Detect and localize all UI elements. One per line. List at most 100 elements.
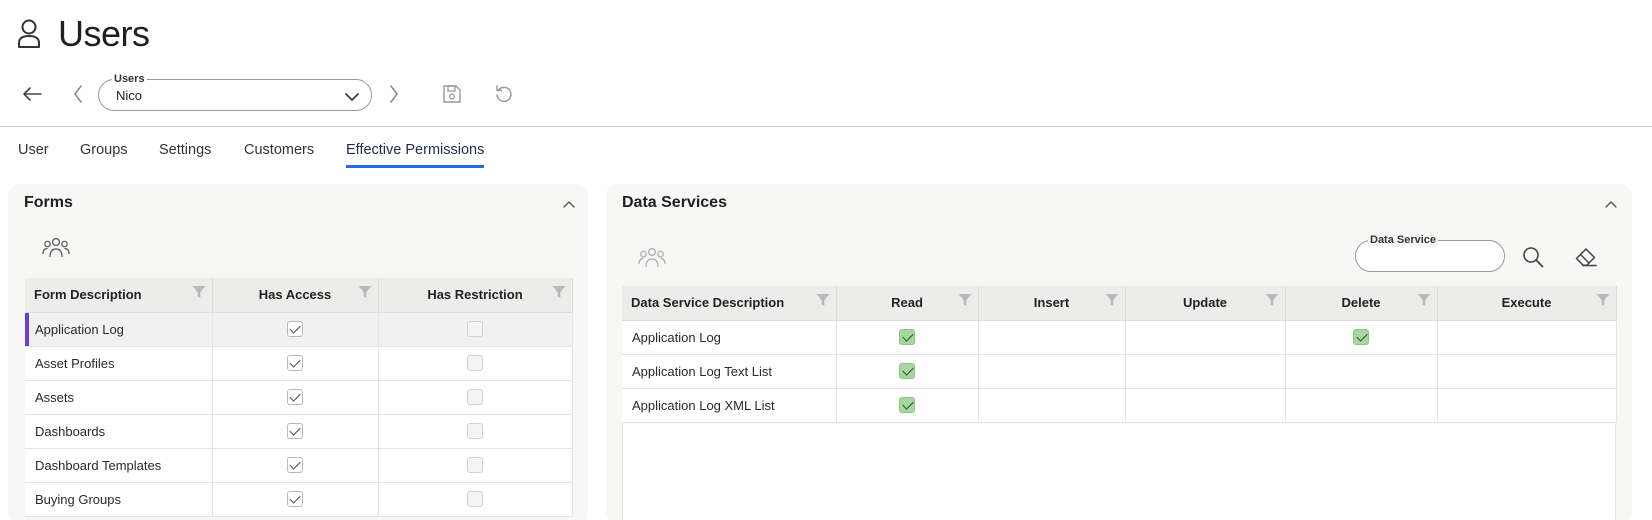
table-row[interactable]: Asset Profiles — [25, 346, 573, 381]
col-header-has-restriction: Has Restriction — [378, 278, 573, 313]
header-divider — [0, 126, 1652, 127]
update-cell — [1125, 388, 1286, 423]
chevron-up-icon — [1605, 201, 1617, 208]
chevron-up-icon — [563, 201, 575, 208]
has-access-checkbox[interactable] — [287, 457, 303, 474]
form-description: Asset Profiles — [25, 346, 213, 381]
form-description: Buying Groups — [25, 482, 213, 517]
table-row[interactable]: Dashboard Templates — [25, 448, 573, 483]
form-description: Application Log — [25, 312, 213, 347]
data-service-description: Application Log — [622, 320, 837, 355]
data-services-groups-button[interactable] — [638, 246, 666, 275]
forms-panel-title: Forms — [24, 194, 73, 211]
save-icon — [443, 85, 461, 103]
insert-cell — [978, 354, 1126, 389]
col-header-read: Read — [836, 286, 979, 321]
has-access-checkbox[interactable] — [287, 355, 303, 372]
col-header-data-service-description: Data Service Description — [622, 286, 837, 321]
filter-icon[interactable] — [816, 293, 830, 310]
tab-customers[interactable]: Customers — [244, 140, 314, 168]
insert-cell — [978, 388, 1126, 423]
has-restriction-checkbox — [467, 457, 483, 474]
eraser-icon — [1575, 248, 1597, 267]
next-user-button[interactable] — [384, 82, 404, 106]
table-row[interactable]: Application Log — [25, 312, 573, 347]
data-service-search[interactable]: Data Service — [1355, 233, 1505, 272]
page-header: Users — [16, 12, 150, 56]
previous-user-button[interactable] — [68, 82, 88, 106]
chevron-right-icon — [390, 85, 398, 103]
table-row[interactable]: Application Log Text List — [622, 354, 1617, 389]
filter-icon[interactable] — [192, 285, 206, 302]
has-access-checkbox[interactable] — [287, 321, 303, 338]
data-services-collapse-button[interactable] — [1604, 196, 1620, 212]
chevron-left-icon — [74, 85, 82, 103]
col-header-has-access: Has Access — [212, 278, 379, 313]
table-row[interactable]: Dashboards — [25, 414, 573, 449]
group-icon — [638, 247, 666, 268]
data-service-search-label: Data Service — [1368, 233, 1439, 247]
filter-icon[interactable] — [1105, 293, 1119, 310]
table-row[interactable]: Buying Groups — [25, 482, 573, 517]
page-title: Users — [58, 13, 150, 54]
data-services-empty-area — [622, 424, 1616, 520]
has-access-checkbox[interactable] — [287, 389, 303, 406]
delete-checkbox[interactable] — [1353, 329, 1369, 346]
form-description: Assets — [25, 380, 213, 415]
user-select[interactable]: Users Nico — [98, 72, 372, 111]
col-header-update: Update — [1125, 286, 1286, 321]
data-service-search-input[interactable] — [1368, 249, 1494, 264]
forms-panel: Forms Form Description Has Access Has Re… — [8, 184, 588, 520]
forms-groups-button[interactable] — [42, 236, 70, 265]
user-icon — [16, 18, 42, 50]
table-row[interactable]: Assets — [25, 380, 573, 415]
data-service-description: Application Log Text List — [622, 354, 837, 389]
has-restriction-checkbox — [467, 355, 483, 372]
save-button[interactable] — [440, 82, 464, 106]
has-restriction-checkbox — [467, 423, 483, 440]
undo-icon — [496, 85, 512, 103]
form-description: Dashboard Templates — [25, 448, 213, 483]
data-service-description: Application Log XML List — [622, 388, 837, 423]
search-button[interactable] — [1520, 244, 1546, 270]
col-header-form-description: Form Description — [25, 278, 213, 313]
read-checkbox[interactable] — [899, 363, 915, 380]
data-services-panel: Data Services Data Service Data Service … — [606, 184, 1632, 520]
col-header-delete: Delete — [1285, 286, 1438, 321]
filter-icon[interactable] — [1596, 293, 1610, 310]
forms-table-header: Form Description Has Access Has Restrict… — [25, 278, 573, 313]
clear-filter-button[interactable] — [1572, 244, 1600, 270]
read-checkbox[interactable] — [899, 397, 915, 414]
form-description: Dashboards — [25, 414, 213, 449]
filter-icon[interactable] — [1265, 293, 1279, 310]
undo-button[interactable] — [492, 82, 516, 106]
read-checkbox[interactable] — [899, 329, 915, 346]
arrow-left-icon — [23, 87, 42, 101]
insert-cell — [978, 320, 1126, 355]
has-restriction-checkbox — [467, 321, 483, 338]
delete-cell — [1285, 388, 1438, 423]
tab-groups[interactable]: Groups — [80, 140, 128, 168]
tab-effective-permissions[interactable]: Effective Permissions — [346, 140, 485, 168]
tab-user[interactable]: User — [18, 140, 49, 168]
execute-cell — [1437, 388, 1617, 423]
user-select-label: Users — [112, 72, 147, 86]
update-cell — [1125, 320, 1286, 355]
filter-icon[interactable] — [358, 285, 372, 302]
forms-collapse-button[interactable] — [562, 196, 578, 212]
search-icon — [1523, 247, 1544, 268]
filter-icon[interactable] — [1417, 293, 1431, 310]
table-row[interactable]: Application Log XML List — [622, 388, 1617, 423]
filter-icon[interactable] — [958, 293, 972, 310]
back-button[interactable] — [20, 82, 44, 106]
has-access-checkbox[interactable] — [287, 491, 303, 508]
table-row[interactable]: Application Log — [622, 320, 1617, 355]
data-services-table: Data Service Description Read Insert Upd… — [622, 286, 1617, 423]
chevron-down-icon — [345, 89, 359, 107]
tab-settings[interactable]: Settings — [159, 140, 211, 168]
forms-table: Form Description Has Access Has Restrict… — [25, 278, 573, 517]
data-services-panel-title: Data Services — [622, 194, 727, 211]
has-restriction-checkbox — [467, 389, 483, 406]
has-access-checkbox[interactable] — [287, 423, 303, 440]
filter-icon[interactable] — [552, 285, 566, 302]
